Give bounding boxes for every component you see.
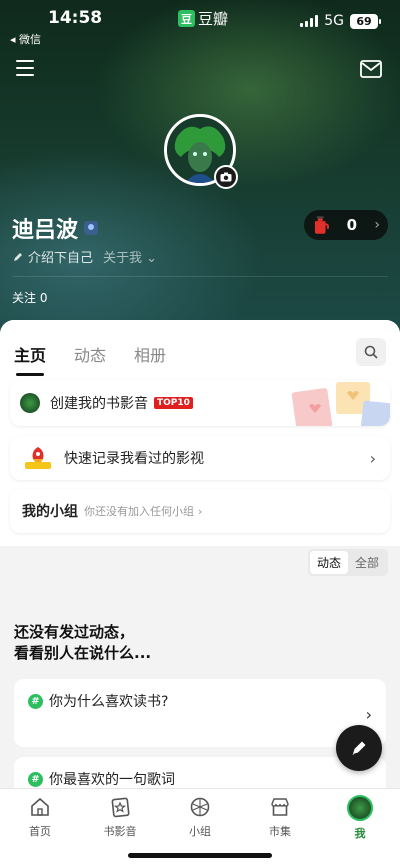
status-app-label: 豆 豆瓣 — [178, 8, 228, 29]
tabbar-me[interactable]: 我 — [330, 795, 390, 841]
star-card-icon — [108, 795, 132, 819]
compose-button[interactable] — [336, 725, 382, 771]
small-avatar — [20, 393, 40, 413]
username-row: 迪吕波 — [12, 212, 99, 244]
tabbar-market-label: 市集 — [269, 825, 291, 838]
profile-tabs: 主页 动态 相册 — [14, 342, 166, 376]
mail-icon[interactable] — [360, 60, 382, 82]
tab-album[interactable]: 相册 — [134, 342, 166, 366]
quick-record-title: 快速记录我看过的影视 — [64, 451, 204, 467]
pencil-icon — [14, 252, 22, 261]
tabbar-market[interactable]: 市集 — [250, 795, 310, 839]
profile-content-sheet: 主页 动态 相册 创建我的书影音 TOP10 快速记录我看过的影视 › 我的小组… — [0, 320, 400, 866]
status-app-name: 豆瓣 — [198, 10, 229, 28]
search-icon[interactable] — [356, 338, 386, 366]
chevron-right-icon: › — [369, 448, 376, 468]
rocket-level-up-icon — [22, 445, 54, 471]
feed-toggle: 动态 全部 — [307, 549, 388, 576]
my-groups-card[interactable]: 我的小组 你还没有加入任何小组 › — [10, 489, 390, 533]
follow-count[interactable]: 关注 0 — [12, 289, 47, 306]
toggle-all[interactable]: 全部 — [348, 551, 386, 574]
back-to-wechat[interactable]: ◂ 微信 — [10, 31, 41, 47]
home-icon — [28, 795, 52, 819]
pencil-icon — [352, 741, 366, 755]
kettle-icon — [314, 216, 330, 234]
network-type: 5G — [324, 13, 344, 29]
tabbar-groups-label: 小组 — [189, 825, 211, 838]
groups-icon — [188, 795, 212, 819]
status-time: 14:58 — [48, 8, 103, 28]
topic-row: # 你最喜欢的一句歌词 — [28, 769, 175, 789]
create-library-card[interactable]: 创建我的书影音 TOP10 — [10, 380, 390, 426]
verified-user-icon — [84, 221, 99, 235]
topic-title: 你最喜欢的一句歌词 — [49, 772, 175, 788]
store-icon — [268, 795, 292, 819]
empty-state-line2: 看看别人在说什么... — [14, 644, 152, 662]
tabbar-me-label: 我 — [354, 827, 366, 840]
tabbar-media[interactable]: 书影音 — [90, 795, 150, 839]
tab-home[interactable]: 主页 — [14, 342, 46, 376]
hashtag-icon: # — [28, 693, 43, 709]
camera-icon[interactable] — [214, 165, 238, 189]
quick-record-card[interactable]: 快速记录我看过的影视 › — [10, 436, 390, 480]
status-indicators: 5G 69 — [300, 13, 381, 29]
hashtag-icon: # — [28, 771, 43, 787]
toggle-activity[interactable]: 动态 — [309, 551, 348, 574]
tabbar-home[interactable]: 首页 — [10, 795, 70, 839]
menu-icon[interactable] — [16, 60, 34, 76]
my-groups-subtitle: 你还没有加入任何小组 — [84, 505, 194, 518]
about-label: 关于我 — [103, 251, 143, 266]
tabbar-media-label: 书影音 — [103, 825, 137, 838]
divider — [12, 276, 388, 277]
edit-intro[interactable]: 介绍下自己 — [12, 247, 93, 266]
decorative-cards-icon — [291, 382, 390, 426]
me-avatar — [347, 795, 373, 821]
about-me-dropdown[interactable]: 关于我 ⌄ — [103, 247, 157, 266]
empty-state-line1: 还没有发过动态， — [14, 623, 135, 641]
chevron-right-icon: › — [198, 504, 203, 518]
points-button[interactable]: 0 › — [304, 210, 388, 240]
topic-row: # 你为什么喜欢读书? — [28, 691, 168, 711]
empty-state-text: 还没有发过动态， 看看别人在说什么... — [14, 622, 151, 664]
create-library-title: 创建我的书影音 — [50, 396, 148, 412]
topic-title: 你为什么喜欢读书? — [49, 694, 169, 710]
battery-icon: 69 — [350, 13, 381, 29]
intro-row: 介绍下自己 关于我 ⌄ — [12, 247, 157, 266]
intro-label: 介绍下自己 — [28, 251, 94, 266]
points-value: 0 — [346, 216, 358, 234]
tab-activity[interactable]: 动态 — [74, 342, 106, 366]
chevron-down-icon: ⌄ — [146, 251, 158, 266]
douban-logo-icon: 豆 — [178, 10, 195, 27]
chevron-right-icon: › — [365, 705, 372, 724]
tabbar-groups[interactable]: 小组 — [170, 795, 230, 839]
top10-badge: TOP10 — [154, 397, 193, 409]
username: 迪吕波 — [12, 218, 79, 243]
my-groups-title: 我的小组 — [22, 504, 78, 520]
tabbar-home-label: 首页 — [29, 825, 51, 838]
topic-card[interactable]: # 你为什么喜欢读书? › — [14, 679, 386, 747]
chevron-right-icon: › — [374, 217, 380, 233]
signal-icon — [300, 15, 319, 27]
home-indicator — [128, 853, 272, 858]
profile-header: 14:58 ◂ 微信 豆 豆瓣 5G 69 迪吕波 0 › 介绍下自己 关于我 … — [0, 0, 400, 340]
